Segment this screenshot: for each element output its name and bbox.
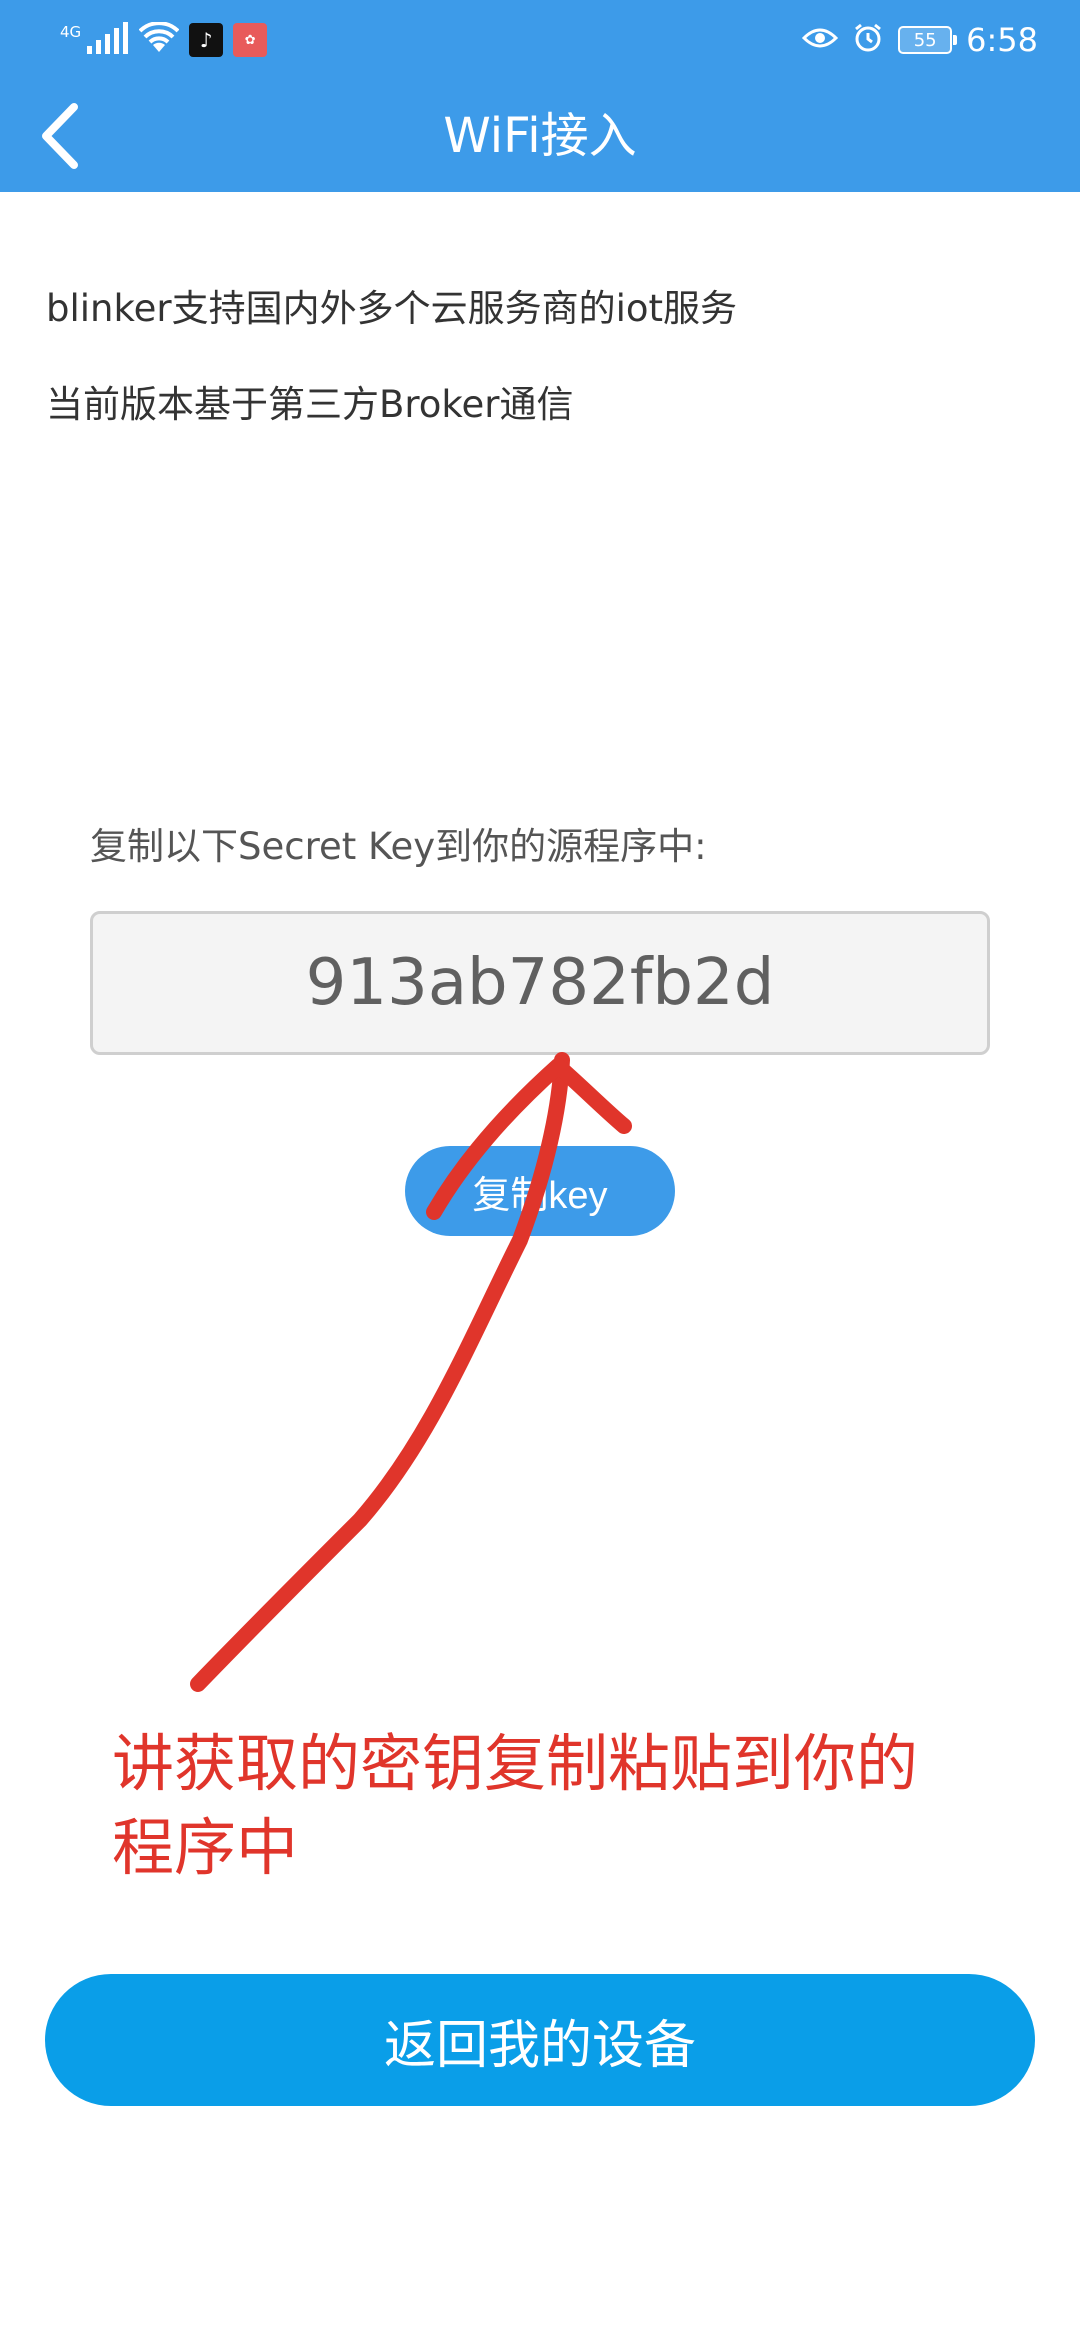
huawei-icon: ✿ bbox=[233, 23, 268, 57]
battery-icon: 55 bbox=[898, 26, 958, 54]
alarm-icon bbox=[852, 22, 884, 58]
network-type: 4G bbox=[60, 23, 82, 41]
status-right: 55 6:58 bbox=[802, 18, 1038, 62]
nav-bar: WiFi接入 bbox=[0, 80, 1080, 192]
tiktok-icon: ♪ bbox=[189, 23, 224, 57]
signal-icon bbox=[85, 22, 129, 58]
wifi-icon bbox=[138, 21, 180, 58]
annotation-note: 讲获取的密钥复制粘贴到你的程序中 bbox=[112, 1727, 919, 1884]
secret-key-label: 复制以下Secret Key到你的源程序中: bbox=[90, 825, 707, 868]
screen: 4G ♪ ✿ 55 6:58 WiFi接入 blinker支持国内外多个云服务商… bbox=[0, 0, 1080, 2340]
status-time: 6:58 bbox=[966, 21, 1038, 59]
return-my-devices-button[interactable]: 返回我的设备 bbox=[45, 1974, 1035, 2106]
info-text-broker: 当前版本基于第三方Broker通信 bbox=[46, 383, 574, 426]
copy-key-button[interactable]: 复制key bbox=[405, 1146, 675, 1236]
status-bar: 4G ♪ ✿ 55 6:58 bbox=[0, 0, 1080, 80]
eye-icon bbox=[802, 26, 839, 54]
info-text-cloud-support: blinker支持国内外多个云服务商的iot服务 bbox=[46, 287, 738, 330]
header: 4G ♪ ✿ 55 6:58 WiFi接入 bbox=[0, 0, 1080, 192]
secret-key-field[interactable]: 913ab782fb2d bbox=[90, 911, 990, 1055]
status-left: 4G ♪ ✿ bbox=[60, 20, 268, 60]
page-title: WiFi接入 bbox=[443, 108, 637, 164]
